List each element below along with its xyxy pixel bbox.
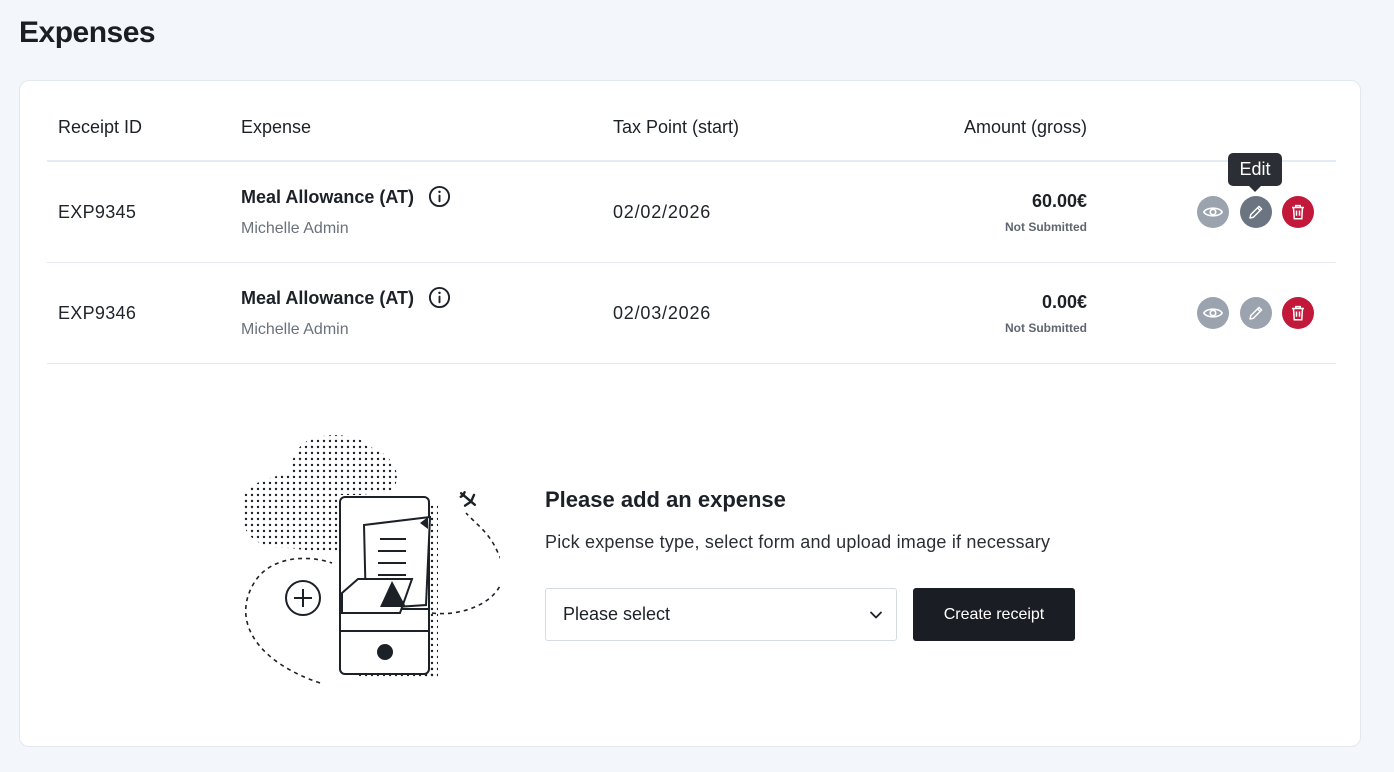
trash-icon <box>1292 204 1304 220</box>
expense-name: Meal Allowance (AT) <box>241 187 415 207</box>
mobile-receipt-illustration <box>241 435 500 684</box>
empty-state-title: Please add an expense <box>545 487 786 512</box>
eye-icon <box>1202 308 1224 318</box>
pencil-icon <box>1249 306 1263 320</box>
expenses-table: Receipt ID Expense Tax Point (start) Amo… <box>47 81 1336 364</box>
column-header-amount: Amount (gross) <box>963 117 1087 137</box>
edit-button[interactable] <box>1240 297 1272 329</box>
column-header-receipt-id: Receipt ID <box>58 117 143 137</box>
tax-point-date: 02/03/2026 <box>613 303 712 323</box>
amount-gross: 60.00€ <box>1031 191 1087 211</box>
expense-type-select[interactable]: Please select <box>545 588 897 641</box>
tax-point-date: 02/02/2026 <box>613 202 712 222</box>
receipt-id: EXP9345 <box>58 202 137 222</box>
expense-user: Michelle Admin <box>241 220 349 237</box>
status-label: Not Submitted <box>1005 220 1087 234</box>
eye-icon <box>1202 207 1224 217</box>
receipt-id: EXP9346 <box>58 303 137 323</box>
create-receipt-button[interactable]: Create receipt <box>913 588 1075 641</box>
amount-gross: 0.00€ <box>1041 292 1087 312</box>
empty-state-description: Pick expense type, select form and uploa… <box>545 532 1051 552</box>
table-row: EXP9346 Meal Allowance (AT) Michelle Adm… <box>47 263 1336 364</box>
status-label: Not Submitted <box>1005 321 1087 335</box>
column-header-tax-point: Tax Point (start) <box>613 117 740 137</box>
chevron-down-icon <box>870 611 882 619</box>
info-icon[interactable] <box>428 185 451 208</box>
delete-button[interactable] <box>1282 196 1314 228</box>
table-header: Receipt ID Expense Tax Point (start) Amo… <box>47 81 1336 162</box>
table-row: EXP9345 Meal Allowance (AT) Michelle Adm… <box>47 153 1336 263</box>
expense-name: Meal Allowance (AT) <box>241 288 415 308</box>
expense-user: Michelle Admin <box>241 321 349 338</box>
view-button[interactable] <box>1197 297 1229 329</box>
edit-tooltip: Edit <box>1228 153 1282 192</box>
select-value: Please select <box>563 604 671 624</box>
page-title: Expenses <box>19 16 156 49</box>
edit-button[interactable] <box>1240 196 1272 228</box>
delete-button[interactable] <box>1282 297 1314 329</box>
trash-icon <box>1292 305 1304 321</box>
info-icon[interactable] <box>428 286 451 309</box>
pencil-icon <box>1249 205 1263 219</box>
view-button[interactable] <box>1197 196 1229 228</box>
expenses-page: Expenses Receipt ID Expense Tax Point (s… <box>0 0 1394 772</box>
column-header-expense: Expense <box>241 117 312 137</box>
expenses-card: Receipt ID Expense Tax Point (start) Amo… <box>19 80 1361 747</box>
